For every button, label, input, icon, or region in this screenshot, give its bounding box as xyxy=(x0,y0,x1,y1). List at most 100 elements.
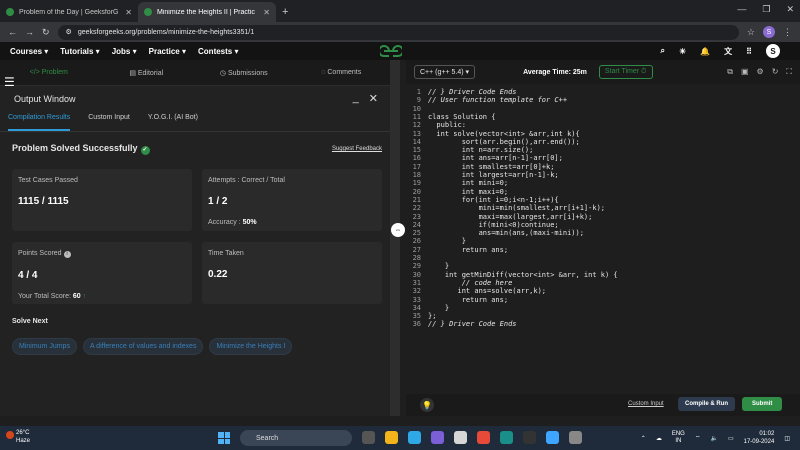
browser-menu-icon[interactable]: ⋮ xyxy=(783,27,792,38)
tab-custom-input[interactable]: Custom Input xyxy=(88,114,130,131)
code-line[interactable]: 21 for(int i=0;i<n-1;i++){ xyxy=(406,196,800,204)
code-line[interactable]: 26 } xyxy=(406,237,800,245)
tab-yogi-ai-bot[interactable]: Y.O.G.I. (AI Bot) xyxy=(148,114,198,131)
user-avatar[interactable]: S xyxy=(766,44,780,58)
browser-icon[interactable] xyxy=(500,431,513,444)
task-view-icon[interactable] xyxy=(362,431,375,444)
code-line[interactable]: 13 int solve(vector<int> &arr,int k){ xyxy=(406,130,800,138)
close-window-icon[interactable]: ✕ xyxy=(786,4,794,15)
gfg-logo[interactable] xyxy=(378,44,404,61)
code-line[interactable]: 1 // } Driver Code Ends xyxy=(406,88,800,96)
code-line[interactable]: 9 // User function template for C++ xyxy=(406,96,800,104)
tab-submissions[interactable]: ◷ Submissions xyxy=(195,69,293,77)
restore-window-icon[interactable]: ❐ xyxy=(762,4,770,15)
code-line[interactable]: 16 int ans=arr[n-1]-arr[0]; xyxy=(406,154,800,162)
code-line[interactable]: 28 xyxy=(406,254,800,262)
code-line[interactable]: 34 } xyxy=(406,304,800,312)
code-editor[interactable]: 1 // } Driver Code Ends 9 // User function … xyxy=(406,84,800,394)
chevron-up-icon[interactable]: ⌃ xyxy=(641,435,646,442)
code-line[interactable]: 24 if(mini<0)continue; xyxy=(406,221,800,229)
close-panel-icon[interactable]: ✕ xyxy=(369,92,378,105)
panel-divider[interactable] xyxy=(390,60,400,416)
custom-input-link[interactable]: Custom Input xyxy=(628,401,664,407)
browser-tab-minimize-heights[interactable]: Minimize the Heights II | Practic ✕ xyxy=(138,2,276,22)
nav-practice[interactable]: Practice xyxy=(149,47,186,56)
code-line[interactable]: 31 // code here xyxy=(406,279,800,287)
start-timer-button[interactable]: Start Timer ⏱ xyxy=(598,65,653,79)
reset-icon[interactable]: ↻ xyxy=(772,67,779,77)
vscode-icon[interactable] xyxy=(546,431,559,444)
nav-tutorials[interactable]: Tutorials xyxy=(60,47,99,56)
code-line[interactable]: 14 sort(arr.begin(),arr.end()); xyxy=(406,138,800,146)
solve-next-chip[interactable]: Minimize the Heights I xyxy=(209,338,293,355)
tab-compilation-results[interactable]: Compilation Results xyxy=(8,114,71,131)
tab-editorial[interactable]: ▤ Editorial xyxy=(98,69,196,77)
settings-icon[interactable]: ⚙ xyxy=(757,67,764,77)
code-line[interactable]: 17 int smallest=arr[0]+k; xyxy=(406,163,800,171)
forward-arrow-icon[interactable]: → xyxy=(25,27,34,37)
resize-handle-icon[interactable]: ⇔ xyxy=(391,223,405,237)
translate-icon[interactable]: 文 xyxy=(724,46,732,57)
site-info-icon[interactable]: ⚙ xyxy=(66,28,72,36)
code-line[interactable]: 29 } xyxy=(406,262,800,270)
code-line[interactable]: 15 int n=arr.size(); xyxy=(406,146,800,154)
code-line[interactable]: 30 int getMinDiff(vector<int> &arr, int … xyxy=(406,271,800,279)
minimize-panel-icon[interactable]: _ xyxy=(353,92,359,105)
close-icon[interactable]: ✕ xyxy=(125,8,132,17)
chrome-icon[interactable] xyxy=(569,431,582,444)
url-field[interactable]: ⚙ geeksforgeeks.org/problems/minimize-th… xyxy=(57,24,739,40)
file-explorer-icon[interactable] xyxy=(385,431,398,444)
volume-icon[interactable]: 🔈 xyxy=(710,435,717,442)
weather-widget[interactable]: 26°C Haze xyxy=(6,429,30,445)
solve-next-chip[interactable]: A difference of values and indexes xyxy=(82,338,204,355)
code-line[interactable]: 27 return ans; xyxy=(406,246,800,254)
teams-icon[interactable] xyxy=(431,431,444,444)
edge-icon[interactable] xyxy=(408,431,421,444)
reload-icon[interactable]: ↻ xyxy=(42,27,50,38)
layout-icon[interactable]: ▣ xyxy=(741,67,749,77)
language-indicator[interactable]: ENG IN xyxy=(672,431,685,445)
theme-toggle-icon[interactable]: ☀ xyxy=(679,47,686,56)
code-line[interactable]: 20 int maxi=0; xyxy=(406,188,800,196)
copy-icon[interactable]: ⧉ xyxy=(727,67,733,77)
solve-next-chip[interactable]: Minimum Jumps xyxy=(12,338,77,355)
code-line[interactable]: 25 ans=min(ans,(maxi-mini)); xyxy=(406,229,800,237)
nav-contests[interactable]: Contests xyxy=(198,47,238,56)
new-tab-plus-icon[interactable]: + xyxy=(276,6,294,22)
nav-jobs[interactable]: Jobs xyxy=(112,47,137,56)
code-line[interactable]: 19 int mini=0; xyxy=(406,179,800,187)
code-line[interactable]: 18 int largest=arr[n-1]-k; xyxy=(406,171,800,179)
store-icon[interactable] xyxy=(454,431,467,444)
grid-apps-icon[interactable]: ⠿ xyxy=(746,47,752,56)
compile-run-button[interactable]: Compile & Run xyxy=(678,397,735,411)
code-line[interactable]: 32 int ans=solve(arr,k); xyxy=(406,287,800,295)
taskbar-search[interactable]: Search xyxy=(240,430,352,446)
code-line[interactable]: 35}; xyxy=(406,312,800,320)
clock[interactable]: 01:02 17-09-2024 xyxy=(744,430,775,446)
back-arrow-icon[interactable]: ← xyxy=(8,27,17,37)
windows-start-icon[interactable] xyxy=(218,432,230,444)
notification-bell-icon[interactable]: 🔔 xyxy=(700,47,710,56)
battery-icon[interactable]: ▭ xyxy=(728,435,734,442)
browser-tab-potd[interactable]: Problem of the Day | GeeksforG ✕ xyxy=(0,2,138,22)
code-line[interactable]: 11 class Solution { xyxy=(406,113,800,121)
submit-button[interactable]: Submit xyxy=(742,397,783,411)
nav-courses[interactable]: Courses xyxy=(10,47,48,56)
code-line[interactable]: 33 return ans; xyxy=(406,296,800,304)
language-select[interactable]: C++ (g++ 5.4) ▾ xyxy=(414,65,476,79)
fullscreen-icon[interactable]: ⛶ xyxy=(786,67,792,77)
lightbulb-icon[interactable]: 💡 xyxy=(420,398,434,412)
code-line[interactable]: 22 mini=min(smallest,arr[i+1]-k); xyxy=(406,204,800,212)
bookmark-star-icon[interactable]: ☆ xyxy=(747,27,755,38)
cloud-icon[interactable]: ☁ xyxy=(656,435,662,442)
brave-icon[interactable] xyxy=(477,431,490,444)
code-line[interactable]: 12 public: xyxy=(406,121,800,129)
wifi-icon[interactable]: ⌔ xyxy=(695,434,701,442)
code-line[interactable]: 10 xyxy=(406,105,800,113)
code-line[interactable]: 36 // } Driver Code Ends xyxy=(406,320,800,328)
info-icon[interactable]: i xyxy=(63,251,71,258)
minimize-window-icon[interactable]: — xyxy=(737,4,746,15)
tradingview-icon[interactable] xyxy=(523,431,536,444)
search-icon[interactable]: ⌕ xyxy=(661,46,665,56)
code-line[interactable]: 23 maxi=max(largest,arr[i]+k); xyxy=(406,213,800,221)
